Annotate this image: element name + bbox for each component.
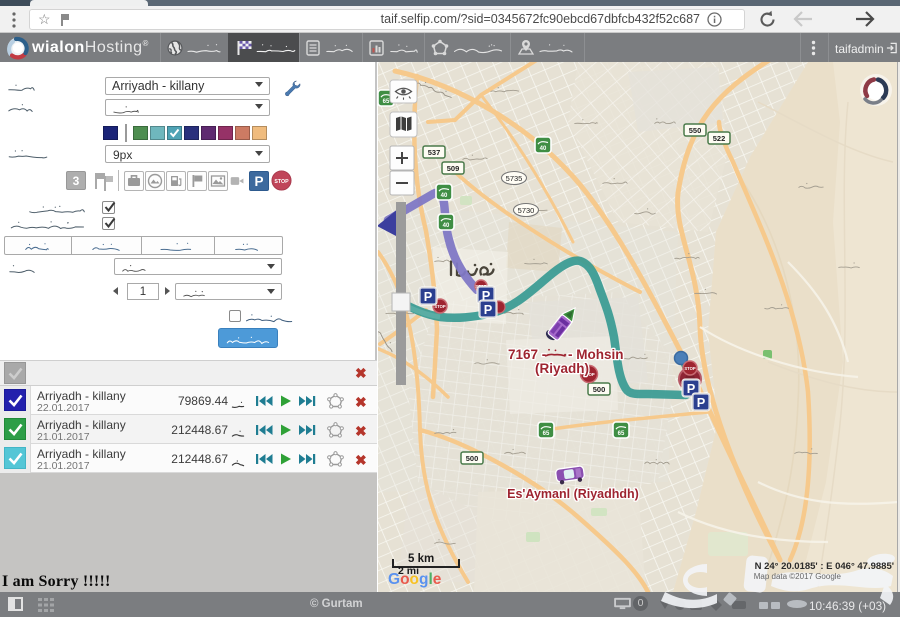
svg-text:537: 537 xyxy=(428,148,441,157)
svg-text:P: P xyxy=(424,289,433,304)
svg-text:5735: 5735 xyxy=(506,174,523,183)
svg-text:65: 65 xyxy=(383,99,390,105)
svg-text:Es'Aymanl (Riyadhdh): Es'Aymanl (Riyadhdh) xyxy=(507,487,639,501)
svg-text:7167 -: 7167 - xyxy=(508,347,546,362)
svg-text:- Mohsin: - Mohsin xyxy=(568,347,624,362)
svg-text:550: 550 xyxy=(689,126,702,135)
svg-text:5 km: 5 km xyxy=(408,553,434,565)
svg-text:509: 509 xyxy=(447,164,460,173)
svg-text:P: P xyxy=(697,395,706,410)
svg-text:Google: Google xyxy=(388,571,442,588)
svg-text:500: 500 xyxy=(593,385,606,394)
svg-text:P: P xyxy=(484,302,493,317)
svg-text:40: 40 xyxy=(540,146,547,152)
svg-text:65: 65 xyxy=(618,431,625,437)
svg-text:(Riyadh): (Riyadh) xyxy=(535,361,589,376)
svg-text:STOP: STOP xyxy=(684,366,696,371)
svg-text:Map data ©2017 Google: Map data ©2017 Google xyxy=(754,572,842,581)
svg-text:5730: 5730 xyxy=(518,206,535,215)
svg-text:40: 40 xyxy=(443,223,450,229)
svg-text:40: 40 xyxy=(441,193,448,199)
svg-text:N 24° 20.0185' : E 046° 47.988: N 24° 20.0185' : E 046° 47.9885' xyxy=(755,561,894,572)
svg-text:STOP: STOP xyxy=(274,179,289,185)
svg-text:65: 65 xyxy=(543,431,550,437)
svg-text:P: P xyxy=(254,174,263,189)
svg-text:500: 500 xyxy=(466,454,479,463)
svg-text:522: 522 xyxy=(713,134,726,143)
